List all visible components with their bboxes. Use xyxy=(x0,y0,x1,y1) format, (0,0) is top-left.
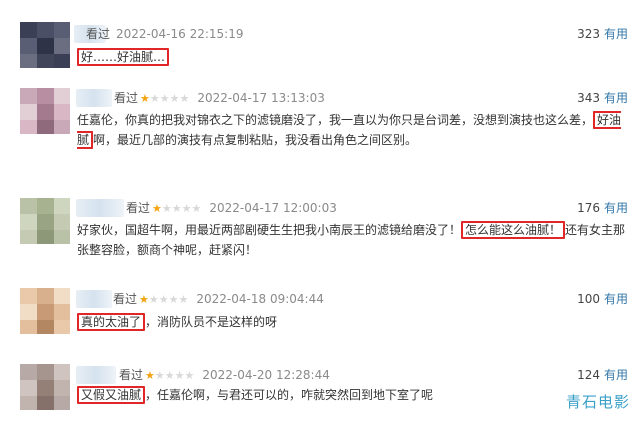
username-blurred[interactable] xyxy=(76,290,112,308)
avatar[interactable] xyxy=(20,22,70,68)
highlighted-phrase: 又假又油腻 xyxy=(77,386,146,404)
star-icon: ★ xyxy=(179,92,190,105)
review-text: 又假又油腻 ，任嘉伦啊，与君还可以的，咋就突然回到地下室了呢 xyxy=(77,385,629,405)
review-meta: 看过 ★★★★★ 2022-04-17 13:13:03 xyxy=(114,90,325,107)
star-icon: ★ xyxy=(164,369,175,382)
vote-box: 176 有用 xyxy=(577,200,628,216)
watermark: 青石电影 xyxy=(565,393,630,411)
vote-box: 343 有用 xyxy=(577,90,628,106)
star-icon: ★ xyxy=(184,369,195,382)
review-meta: 看过 ★★★★★ 2022-04-17 12:00:03 xyxy=(126,200,337,217)
vote-count: 100 xyxy=(577,292,600,306)
highlighted-phrase: 怎么能这么油腻！ xyxy=(461,221,566,239)
review-date: 2022-04-17 13:13:03 xyxy=(197,91,325,105)
useful-button[interactable]: 有用 xyxy=(604,292,628,306)
star-icon: ★ xyxy=(161,202,172,215)
star-icon: ★ xyxy=(171,202,182,215)
star-icon: ★ xyxy=(158,293,169,306)
watched-label: 看过 xyxy=(86,27,111,41)
useful-button[interactable]: 有用 xyxy=(604,368,628,382)
star-icon: ★ xyxy=(149,92,160,105)
avatar[interactable] xyxy=(20,364,70,410)
highlighted-phrase: 真的太油了 xyxy=(77,313,146,331)
star-icon: ★ xyxy=(178,293,189,306)
review-meta: 看过 2022-04-16 22:15:19 xyxy=(86,26,243,42)
star-icon: ★ xyxy=(191,202,202,215)
watched-label: 看过 xyxy=(113,292,138,306)
review-date: 2022-04-17 12:00:03 xyxy=(209,201,337,215)
vote-count: 124 xyxy=(577,368,600,382)
review-text: 好家伙，国超牛啊，用最近两部剧硬生生把我小南辰王的滤镜给磨没了！ 怎么能这么油腻！… xyxy=(77,220,629,260)
star-icon: ★ xyxy=(139,293,149,306)
review-text-post: ，消防队员不是这样的呀 xyxy=(145,315,278,329)
vote-count: 323 xyxy=(577,27,600,41)
star-icon: ★ xyxy=(148,293,159,306)
useful-button[interactable]: 有用 xyxy=(604,91,628,105)
star-icon: ★ xyxy=(154,369,165,382)
star-icon: ★ xyxy=(181,202,192,215)
vote-box: 100 有用 xyxy=(577,291,628,307)
watched-label: 看过 xyxy=(126,201,151,215)
username-blurred[interactable] xyxy=(76,199,124,217)
avatar[interactable] xyxy=(20,198,70,244)
vote-count: 176 xyxy=(577,201,600,215)
rating-stars: ★★★★★ xyxy=(139,292,188,308)
star-icon: ★ xyxy=(140,92,150,105)
review-date: 2022-04-20 12:28:44 xyxy=(202,368,330,382)
review-meta: 看过 ★★★★★ 2022-04-20 12:28:44 xyxy=(119,367,330,384)
highlighted-phrase: 好……好油腻… xyxy=(77,48,170,66)
username-blurred[interactable] xyxy=(76,89,112,107)
vote-count: 343 xyxy=(577,91,600,105)
useful-button[interactable]: 有用 xyxy=(604,201,628,215)
watched-label: 看过 xyxy=(114,91,139,105)
vote-box: 124 有用 xyxy=(577,367,628,383)
avatar[interactable] xyxy=(20,288,70,334)
review-text-post: 啊，最近几部的演技有点复制粘贴，我没看出角色之间区别。 xyxy=(93,133,418,147)
review-text: 真的太油了 ，消防队员不是这样的呀 xyxy=(77,312,629,332)
star-icon: ★ xyxy=(159,92,170,105)
review-text-pre: 好家伙，国超牛啊，用最近两部剧硬生生把我小南辰王的滤镜给磨没了！ xyxy=(77,223,462,237)
review-meta: 看过 ★★★★★ 2022-04-18 09:04:44 xyxy=(113,291,324,308)
review-text: 任嘉伦，你真的把我对锦衣之下的滤镜磨没了，我一直以为你只是台词差，没想到演技也这… xyxy=(77,110,629,150)
username-blurred[interactable] xyxy=(76,366,116,384)
review-date: 2022-04-16 22:15:19 xyxy=(116,27,244,41)
rating-stars: ★★★★★ xyxy=(152,201,201,217)
star-icon: ★ xyxy=(152,202,162,215)
star-icon: ★ xyxy=(169,92,180,105)
rating-stars: ★★★★★ xyxy=(140,91,189,107)
review-date: 2022-04-18 09:04:44 xyxy=(196,292,324,306)
avatar[interactable] xyxy=(20,88,70,134)
star-icon: ★ xyxy=(174,369,185,382)
vote-box: 323 有用 xyxy=(577,26,628,42)
star-icon: ★ xyxy=(145,369,155,382)
star-icon: ★ xyxy=(168,293,179,306)
watched-label: 看过 xyxy=(119,368,144,382)
useful-button[interactable]: 有用 xyxy=(604,27,628,41)
review-text-pre: 任嘉伦，你真的把我对锦衣之下的滤镜磨没了，我一直以为你只是台词差，没想到演技也这… xyxy=(77,113,594,127)
review-text: 好……好油腻… xyxy=(77,47,629,67)
review-text-post: ，任嘉伦啊，与君还可以的，咋就突然回到地下室了呢 xyxy=(145,388,434,402)
rating-stars: ★★★★★ xyxy=(145,368,194,384)
